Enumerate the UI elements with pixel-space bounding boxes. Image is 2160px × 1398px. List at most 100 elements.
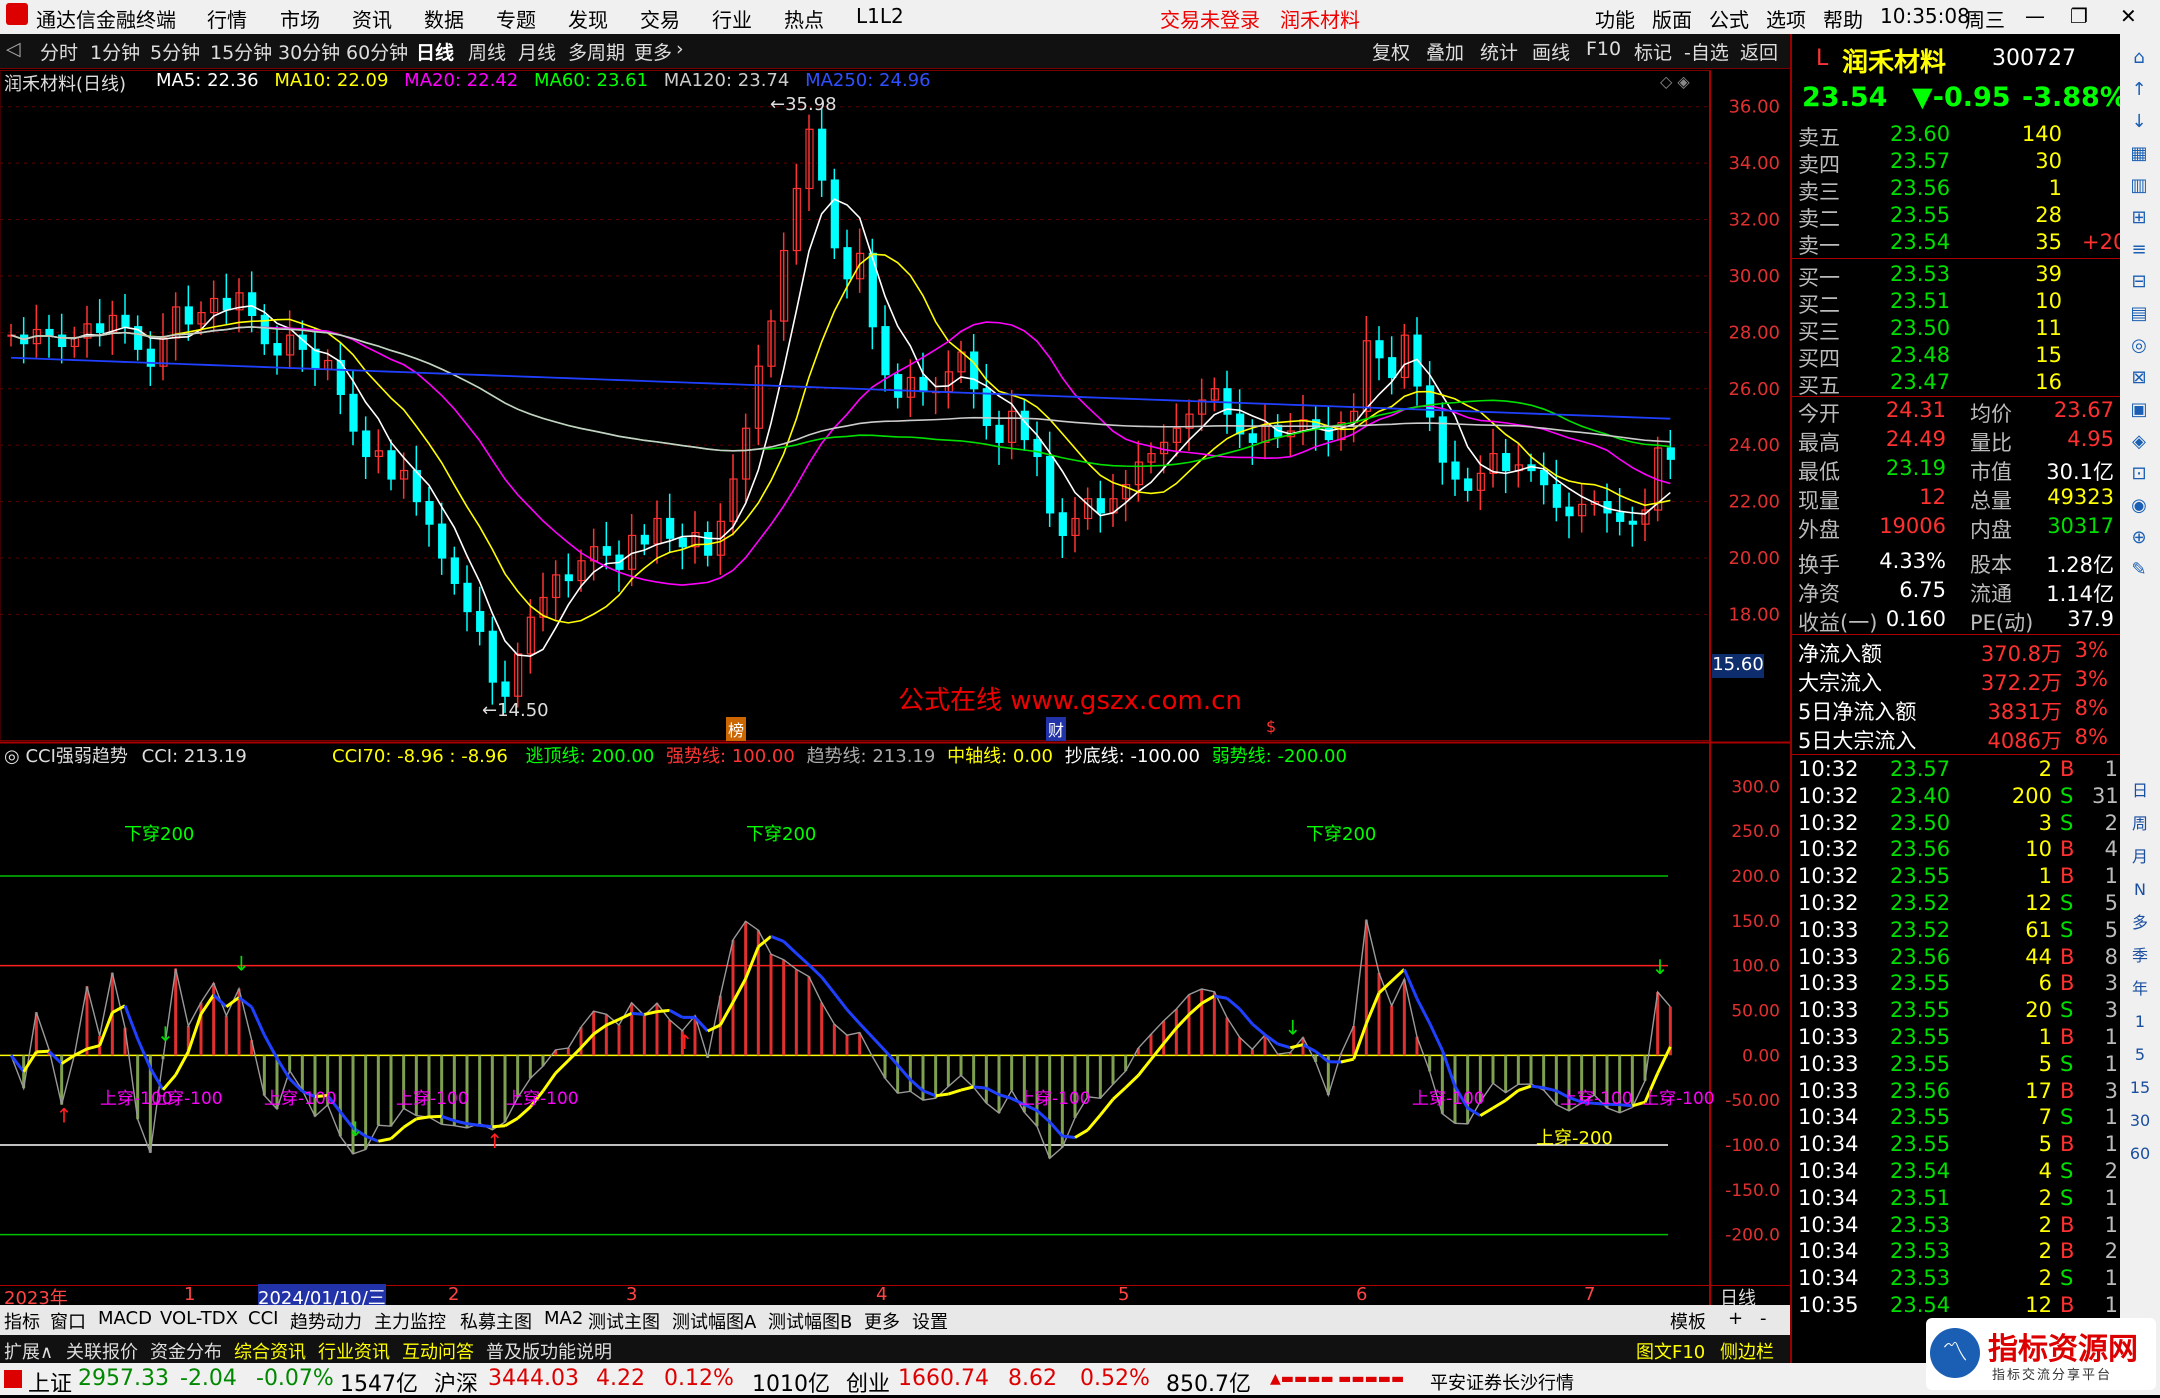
toolbar-icon[interactable]: ↑ — [2126, 74, 2152, 106]
toolbar-button[interactable]: 统计 — [1480, 38, 1518, 65]
menu-item[interactable]: 资讯 — [352, 4, 392, 33]
menu-item[interactable]: 选项 — [1766, 4, 1806, 33]
sidebar-period[interactable]: 1 — [2120, 1005, 2160, 1038]
menu-item[interactable]: 交易 — [640, 4, 680, 33]
toolbar-button[interactable]: 叠加 — [1426, 38, 1464, 65]
tab[interactable]: 综合资讯 — [234, 1338, 306, 1364]
toolbar-icon[interactable]: ⊞ — [2126, 202, 2152, 234]
period-tab[interactable]: 更多 — [634, 38, 672, 65]
period-tab-active[interactable]: 日线 — [416, 38, 454, 65]
restore-icon[interactable]: ❐ — [2070, 4, 2088, 28]
toolbar-icon[interactable]: ◈ — [2126, 426, 2152, 458]
toolbar-button[interactable]: F10 — [1586, 38, 1621, 60]
menu-item[interactable]: 热点 — [784, 4, 824, 33]
marker-bang[interactable]: 榜 — [726, 717, 746, 741]
toolbar-icon[interactable]: ▣ — [2126, 394, 2152, 426]
toolbar-icon[interactable]: ⊕ — [2126, 522, 2152, 554]
toolbar-icon[interactable]: ↓ — [2126, 106, 2152, 138]
tab[interactable]: 测试幅图A — [672, 1308, 756, 1334]
period-tab[interactable]: 1分钟 — [90, 38, 140, 65]
collapse-icon[interactable]: ◁ — [6, 38, 21, 60]
tab[interactable]: 指标 — [4, 1308, 40, 1334]
sidebar-period[interactable]: 年 — [2120, 972, 2160, 1005]
marker-cai[interactable]: 财 — [1046, 717, 1066, 741]
period-tab[interactable]: 月线 — [518, 38, 556, 65]
chart-expand-icon[interactable]: ◇ ◈ — [1660, 72, 1690, 91]
tab[interactable]: 主力监控 — [374, 1308, 446, 1334]
toolbar-icon[interactable]: ▤ — [2126, 298, 2152, 330]
sidebar-period[interactable]: 周 — [2120, 807, 2160, 840]
toolbar-icon[interactable]: ⊠ — [2126, 362, 2152, 394]
tab[interactable]: MA2 — [544, 1308, 583, 1329]
menu-item[interactable]: 帮助 — [1823, 4, 1863, 33]
toolbar-button[interactable]: -自选 — [1684, 38, 1729, 65]
toolbar-icon[interactable]: ⌂ — [2126, 42, 2152, 74]
f10-link[interactable]: 图文F10 — [1636, 1338, 1705, 1364]
menu-item[interactable]: 版面 — [1652, 4, 1692, 33]
toolbar-button[interactable]: 标记 — [1634, 38, 1672, 65]
close-icon[interactable]: ✕ — [2120, 4, 2137, 28]
kline-chart[interactable]: 36.0034.0032.0030.0028.0026.0024.0022.00… — [0, 68, 1790, 1313]
toolbar-icon[interactable]: ▦ — [2126, 138, 2152, 170]
toolbar-icon[interactable]: ▥ — [2126, 170, 2152, 202]
remove-pane-button[interactable]: - — [1760, 1308, 1767, 1329]
sidebar-period[interactable]: 季 — [2120, 939, 2160, 972]
tab[interactable]: 设置 — [912, 1308, 948, 1334]
minimize-icon[interactable]: — — [2025, 4, 2045, 28]
menu-item[interactable]: 行情 — [207, 4, 247, 33]
tab[interactable]: MACD — [98, 1308, 152, 1329]
add-pane-button[interactable]: + — [1728, 1308, 1743, 1329]
sidebar-period[interactable]: 30 — [2120, 1104, 2160, 1137]
sidebar-period[interactable]: 5 — [2120, 1038, 2160, 1071]
trade-login-status[interactable]: 交易未登录 — [1160, 4, 1260, 33]
period-tab[interactable]: 周线 — [468, 38, 506, 65]
menu-item[interactable]: 市场 — [280, 4, 320, 33]
tab[interactable]: 私募主图 — [460, 1308, 532, 1334]
sidebar-period[interactable]: 月 — [2120, 840, 2160, 873]
menu-item[interactable]: 发现 — [568, 4, 608, 33]
tab[interactable]: 资金分布 — [150, 1338, 222, 1364]
tab[interactable]: 更多 — [864, 1308, 900, 1334]
sidebar-period[interactable]: 多 — [2120, 906, 2160, 939]
tab[interactable]: CCI — [248, 1308, 278, 1329]
sidebar-period[interactable]: N — [2120, 873, 2160, 906]
period-tab[interactable]: 5分钟 — [150, 38, 200, 65]
tab[interactable]: 扩展∧ — [4, 1338, 53, 1364]
tab[interactable]: 关联报价 — [66, 1338, 138, 1364]
tab[interactable]: VOL-TDX — [160, 1308, 238, 1329]
index-name[interactable]: 创业 — [846, 1366, 890, 1398]
toolbar-button[interactable]: 画线 — [1532, 38, 1570, 65]
menu-item[interactable]: 公式 — [1709, 4, 1749, 33]
sidebar-period[interactable]: 15 — [2120, 1071, 2160, 1104]
menu-item[interactable]: 专题 — [496, 4, 536, 33]
period-tab[interactable]: 分时 — [40, 38, 78, 65]
toolbar-icon[interactable]: ◉ — [2126, 490, 2152, 522]
toolbar-icon[interactable]: ⊟ — [2126, 266, 2152, 298]
menu-item[interactable]: 数据 — [424, 4, 464, 33]
sidebar-icons[interactable]: ⌂ ↑ ↓ ▦ ▥ ⊞ ≡ ⊟ ▤ ◎ ⊠ ▣ ◈ ⊡ ◉ ⊕ ✎ — [2126, 42, 2152, 586]
period-tab[interactable]: 15分钟 — [210, 38, 272, 65]
tab[interactable]: 窗口 — [50, 1308, 86, 1334]
menu-item[interactable]: 功能 — [1595, 4, 1635, 33]
sidebar-period[interactable]: 日 — [2120, 774, 2160, 807]
tab[interactable]: 普及版功能说明 — [486, 1338, 612, 1364]
period-tab[interactable]: 60分钟 — [346, 38, 408, 65]
menu-item[interactable]: L1L2 — [856, 4, 904, 28]
indicator-title[interactable]: ◎ CCI强弱趋势 — [4, 746, 128, 767]
toolbar-icon[interactable]: ≡ — [2126, 234, 2152, 266]
toolbar-button[interactable]: 返回 — [1740, 38, 1778, 65]
tab[interactable]: 测试幅图B — [768, 1308, 852, 1334]
menu-item[interactable]: 行业 — [712, 4, 752, 33]
toolbar-icon[interactable]: ◎ — [2126, 330, 2152, 362]
template-button[interactable]: 模板 — [1670, 1308, 1706, 1334]
chevron-right-icon[interactable]: › — [676, 38, 684, 60]
tab[interactable]: 行业资讯 — [318, 1338, 390, 1364]
index-name[interactable]: 上证 — [28, 1366, 72, 1398]
period-tab[interactable]: 多周期 — [568, 38, 625, 65]
toolbar-icon[interactable]: ✎ — [2126, 554, 2152, 586]
toolbar-icon[interactable]: ⊡ — [2126, 458, 2152, 490]
tab[interactable]: 趋势动力 — [290, 1308, 362, 1334]
tab[interactable]: 测试主图 — [588, 1308, 660, 1334]
sidebar-period[interactable]: 60 — [2120, 1137, 2160, 1170]
index-name[interactable]: 沪深 — [434, 1366, 478, 1398]
